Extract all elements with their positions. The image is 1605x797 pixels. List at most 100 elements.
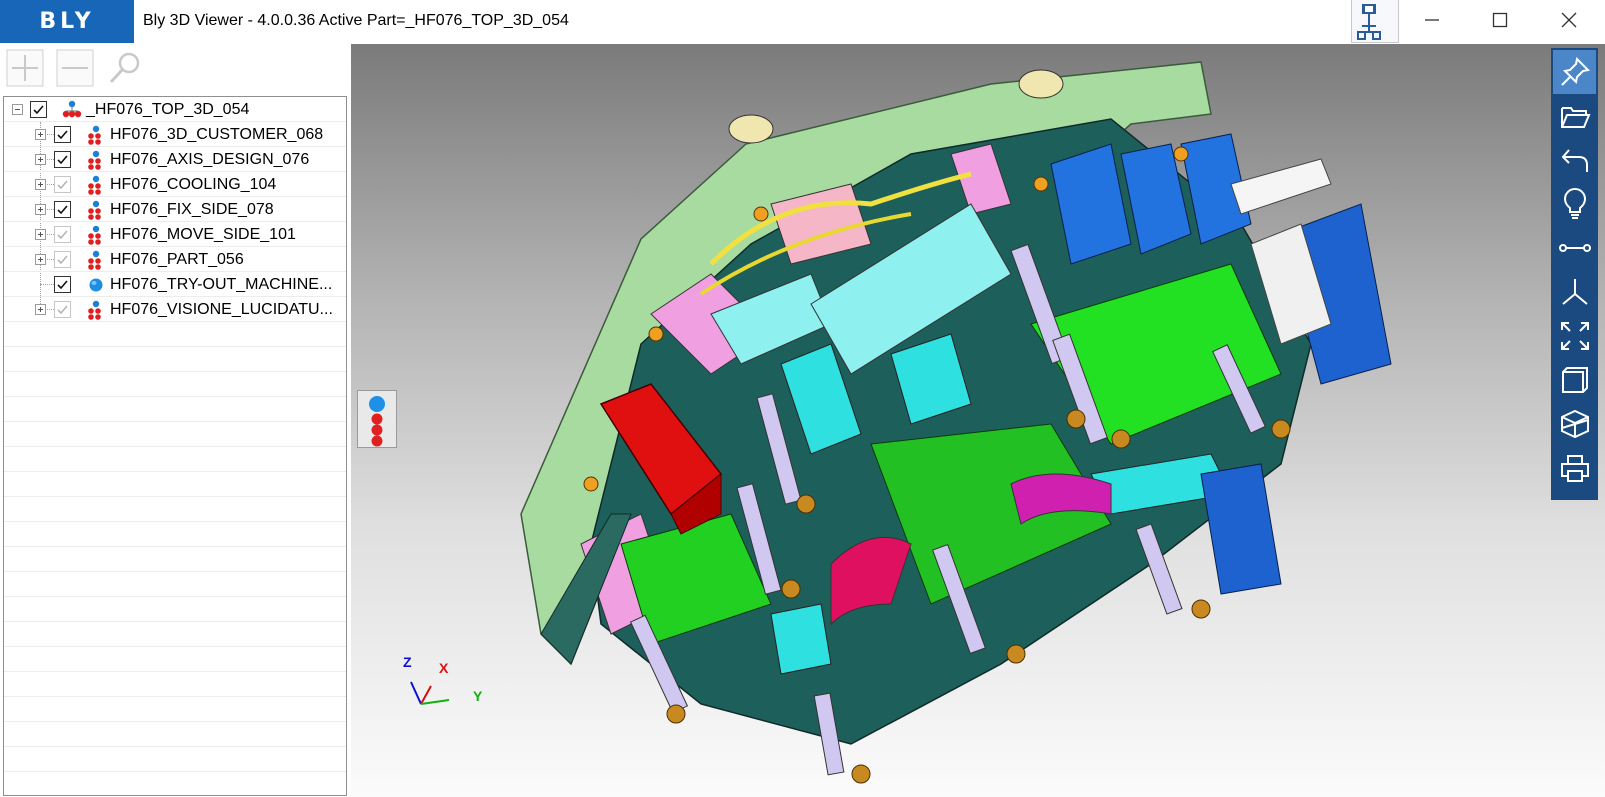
- search-icon: [109, 52, 140, 84]
- checkmark-icon: [57, 230, 68, 240]
- minimize-icon: [1425, 19, 1439, 21]
- tree-node[interactable]: HF076_VISIONE_LUCIDATU...: [4, 297, 346, 322]
- visibility-checkbox[interactable]: [54, 226, 71, 243]
- section-cube-icon: [1560, 409, 1589, 439]
- empty-row: [4, 397, 346, 422]
- tree-node-label: HF076_MOVE_SIDE_101: [110, 226, 296, 243]
- empty-row: [4, 747, 346, 772]
- empty-row: [4, 597, 346, 622]
- structure-view-button[interactable]: [1351, 0, 1399, 43]
- collapse-all-button[interactable]: [55, 49, 95, 87]
- part-icon: [89, 278, 103, 292]
- pin-button[interactable]: [1553, 50, 1596, 94]
- fit-view-icon: [1560, 322, 1589, 350]
- empty-row: [4, 347, 346, 372]
- mold-assembly-model: [520, 61, 1392, 784]
- empty-row: [4, 697, 346, 722]
- minimize-button[interactable]: [1398, 0, 1466, 40]
- empty-row: [4, 572, 346, 597]
- light-button[interactable]: [1553, 182, 1596, 226]
- visibility-checkbox[interactable]: [54, 276, 71, 293]
- minus-icon: [56, 49, 94, 87]
- open-folder-icon: [1560, 107, 1590, 128]
- axes-icon: [1561, 279, 1588, 305]
- checkmark-icon: [57, 280, 68, 290]
- view-toolbar: [1551, 48, 1598, 500]
- axis-y-label: Y: [473, 688, 483, 704]
- checkmark-icon: [33, 105, 44, 115]
- lightbulb-icon: [1563, 188, 1586, 219]
- assembly-icon: [62, 100, 82, 118]
- empty-row: [4, 547, 346, 572]
- close-button[interactable]: [1535, 0, 1603, 40]
- assembly-icon: [88, 175, 101, 195]
- measure-distance-icon: [1558, 244, 1591, 252]
- view-frame-icon: [1561, 367, 1588, 393]
- undo-icon: [1561, 149, 1588, 172]
- axis-x-label: X: [439, 660, 449, 676]
- empty-row: [4, 372, 346, 397]
- maximize-button[interactable]: [1466, 0, 1534, 40]
- assembly-icon: [88, 200, 101, 220]
- assembly-icon: [88, 150, 101, 170]
- tree-node[interactable]: HF076_TRY-OUT_MACHINE...: [4, 272, 346, 297]
- title-bar: BLY Bly 3D Viewer - 4.0.0.36 Active Part…: [0, 0, 1605, 44]
- tree-node-label: HF076_COOLING_104: [110, 176, 277, 193]
- part-display-button[interactable]: [357, 390, 397, 448]
- checkmark-icon: [57, 205, 68, 215]
- print-button[interactable]: [1553, 446, 1596, 490]
- axes-button[interactable]: [1553, 270, 1596, 314]
- empty-row: [4, 772, 346, 795]
- expand-toggle[interactable]: [35, 254, 46, 265]
- checkmark-icon: [57, 305, 68, 315]
- visibility-checkbox[interactable]: [30, 101, 47, 118]
- checkmark-icon: [57, 130, 68, 140]
- expand-toggle[interactable]: [35, 129, 46, 140]
- tree-node[interactable]: HF076_3D_CUSTOMER_068: [4, 122, 346, 147]
- visibility-checkbox[interactable]: [54, 301, 71, 318]
- tree-node-label: HF076_3D_CUSTOMER_068: [110, 126, 324, 143]
- close-icon: [1561, 12, 1577, 28]
- visibility-checkbox[interactable]: [54, 126, 71, 143]
- open-file-button[interactable]: [1553, 94, 1596, 138]
- expand-toggle[interactable]: [35, 229, 46, 240]
- empty-row: [4, 322, 346, 347]
- expand-toggle[interactable]: [35, 204, 46, 215]
- empty-row: [4, 622, 346, 647]
- fit-view-button[interactable]: [1553, 314, 1596, 358]
- tree-node-label: HF076_TRY-OUT_MACHINE...: [110, 276, 333, 293]
- expand-all-button[interactable]: [5, 49, 45, 87]
- tree-node[interactable]: HF076_AXIS_DESIGN_076: [4, 147, 346, 172]
- tree-node-root[interactable]: _HF076_TOP_3D_054: [4, 97, 346, 122]
- print-icon: [1560, 455, 1589, 482]
- tree-node-label: _HF076_TOP_3D_054: [86, 101, 250, 118]
- tree-node-label: HF076_AXIS_DESIGN_076: [110, 151, 310, 168]
- expand-toggle[interactable]: [35, 179, 46, 190]
- tree-node[interactable]: HF076_COOLING_104: [4, 172, 346, 197]
- expand-toggle[interactable]: [35, 154, 46, 165]
- view-frame-button[interactable]: [1553, 358, 1596, 402]
- empty-row: [4, 497, 346, 522]
- visibility-checkbox[interactable]: [54, 201, 71, 218]
- 3d-viewport[interactable]: Z X Y: [351, 44, 1605, 797]
- visibility-checkbox[interactable]: [54, 176, 71, 193]
- collapse-toggle[interactable]: [12, 104, 23, 115]
- checkmark-icon: [57, 155, 68, 165]
- undo-button[interactable]: [1553, 138, 1596, 182]
- assembly-icon: [369, 396, 385, 447]
- checkmark-icon: [57, 180, 68, 190]
- tree-node[interactable]: HF076_PART_056: [4, 247, 346, 272]
- empty-row: [4, 422, 346, 447]
- search-button[interactable]: [105, 49, 145, 87]
- empty-row: [4, 522, 346, 547]
- visibility-checkbox[interactable]: [54, 151, 71, 168]
- tree-node[interactable]: HF076_FIX_SIDE_078: [4, 197, 346, 222]
- visibility-checkbox[interactable]: [54, 251, 71, 268]
- expand-toggle[interactable]: [35, 304, 46, 315]
- measure-button[interactable]: [1553, 226, 1596, 270]
- window-title: Bly 3D Viewer - 4.0.0.36 Active Part=_HF…: [143, 12, 569, 29]
- bly-logo: BLY: [0, 0, 134, 43]
- axis-triad: Z X Y: [391, 652, 491, 712]
- tree-node[interactable]: HF076_MOVE_SIDE_101: [4, 222, 346, 247]
- section-view-button[interactable]: [1553, 402, 1596, 446]
